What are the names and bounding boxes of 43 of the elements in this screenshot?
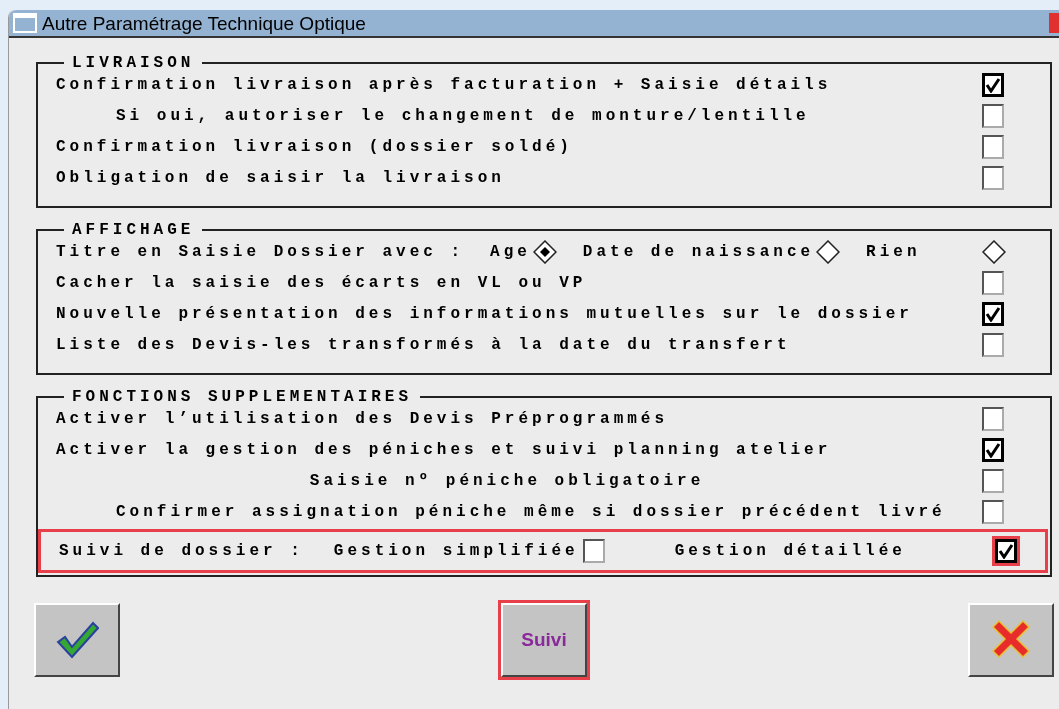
option-label: Cacher la saisie des écarts en VL ou VP	[56, 275, 587, 291]
option-label: Liste des Devis-les transformés à la date du transfert	[56, 337, 791, 353]
option-label: Gestion simplifiée	[333, 543, 579, 559]
checkbox[interactable]	[982, 407, 1004, 431]
section-title: AFFICHAGE	[71, 222, 196, 238]
radio-button[interactable]	[532, 240, 557, 264]
checkmark-icon	[55, 620, 99, 660]
option-label: Titre en Saisie Dossier avec :	[56, 244, 465, 260]
checkbox[interactable]	[982, 302, 1004, 326]
radio-label: Rien	[866, 244, 921, 260]
checkbox[interactable]	[982, 333, 1004, 357]
option-label: Saisie nº péniche obligatoire	[309, 473, 705, 489]
radio-button[interactable]	[982, 240, 1006, 264]
checkbox[interactable]	[982, 135, 1004, 159]
cancel-button[interactable]	[968, 603, 1054, 677]
window-title: Autre Paramétrage Technique Optique	[42, 13, 366, 33]
section-title: FONCTIONS SUPPLEMENTAIRES	[71, 389, 414, 405]
checkbox[interactable]	[982, 469, 1004, 493]
checkbox[interactable]	[582, 539, 605, 563]
ok-button[interactable]	[34, 603, 120, 677]
window-icon	[13, 13, 37, 33]
option-label: Suivi de dossier :	[59, 543, 304, 559]
checkbox[interactable]	[995, 539, 1017, 563]
section-title: LIVRAISON	[71, 55, 196, 71]
checkbox[interactable]	[982, 104, 1004, 128]
radio-button[interactable]	[816, 240, 841, 264]
option-label: Si oui, autoriser le changement de monture/lentille	[116, 108, 810, 124]
option-label: Obligation de saisir la livraison	[56, 170, 505, 186]
option-label: Nouvelle présentation des informations mutuelles sur le dossier	[56, 306, 913, 322]
radio-label: Age	[490, 244, 531, 260]
checkbox[interactable]	[982, 73, 1004, 97]
suivi-button[interactable]: Suivi	[501, 603, 587, 677]
checkbox[interactable]	[982, 500, 1004, 524]
checkbox[interactable]	[982, 271, 1004, 295]
option-label: Gestion détaillée	[674, 543, 906, 559]
option-label: Confirmation livraison après facturation + Saisie détails	[56, 77, 832, 93]
option-label: Confirmation livraison (dossier soldé)	[56, 139, 573, 155]
checkbox[interactable]	[982, 438, 1004, 462]
option-label: Confirmer assignation péniche même si dossier précédent livré	[116, 504, 946, 520]
option-label: Activer la gestion des péniches et suivi planning atelier	[56, 442, 832, 458]
option-label: Activer l’utilisation des Devis Préprogrammés	[56, 411, 669, 427]
checkbox[interactable]	[982, 166, 1004, 190]
radio-label: Date de naissance	[582, 244, 815, 260]
